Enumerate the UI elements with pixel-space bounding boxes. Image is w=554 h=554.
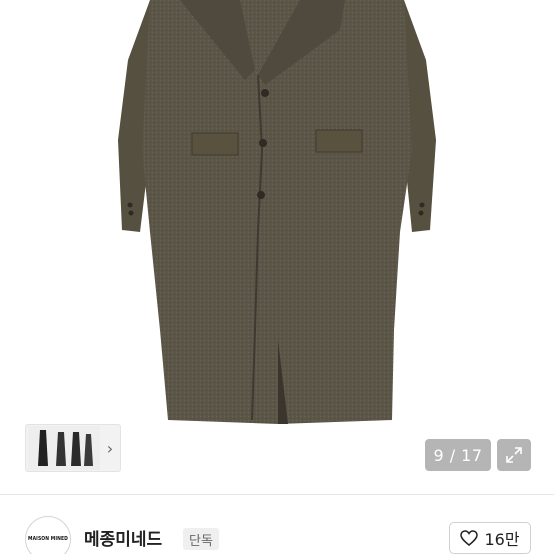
product-image[interactable] — [0, 0, 554, 494]
like-count: 16만 — [484, 530, 520, 549]
image-page-counter: 9 / 17 — [425, 439, 491, 471]
like-button[interactable]: 16만 — [449, 522, 531, 554]
heart-outline-icon — [460, 530, 479, 546]
shop-logo[interactable]: MAISON MINED — [25, 516, 71, 554]
shop-logo-text: MAISON MINED — [28, 536, 68, 542]
exclusive-badge: 단독 — [183, 528, 219, 550]
coat-illustration — [118, 0, 436, 424]
product-detail-screen: › 9 / 17 MAISON MINED 메종미네드 단독 16만 — [0, 0, 554, 554]
expand-image-button[interactable] — [497, 439, 531, 471]
thumbnail-strip[interactable]: › — [25, 424, 121, 472]
expand-arrows-icon — [506, 447, 522, 463]
shop-name[interactable]: 메종미네드 — [84, 525, 162, 550]
chevron-right-icon[interactable]: › — [100, 426, 120, 470]
thumbnail-image[interactable] — [28, 426, 100, 470]
